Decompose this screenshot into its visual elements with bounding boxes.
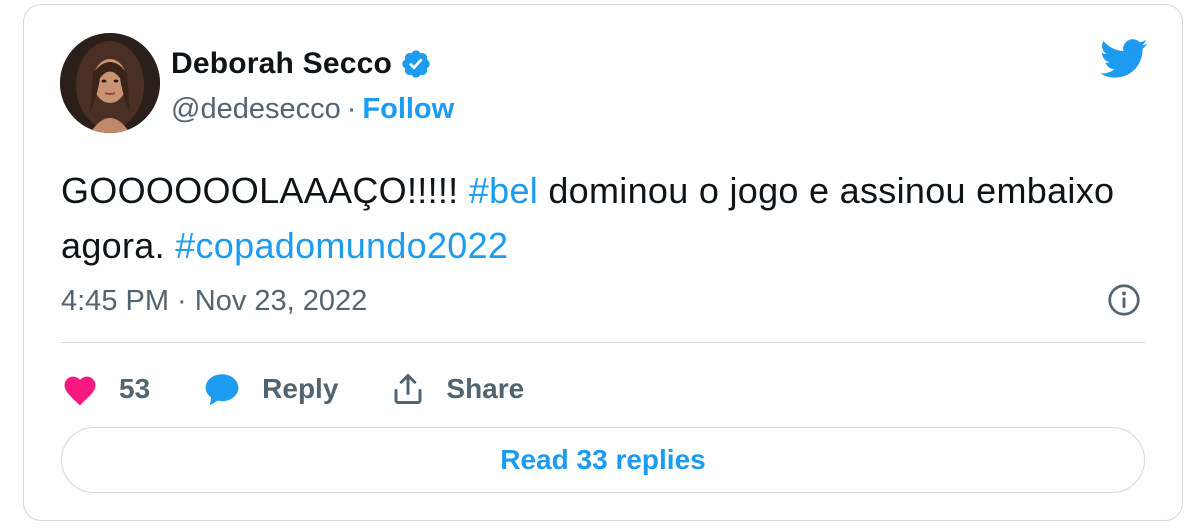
read-replies-button[interactable]: Read 33 replies (61, 427, 1145, 493)
tweet-text-part: GOOOOOOLAAAÇO!!!!! (61, 170, 469, 211)
hashtag-bel-link[interactable]: #bel (469, 170, 538, 211)
follow-button[interactable]: Follow (362, 93, 454, 126)
author-handle-row: @dedesecco · Follow (171, 89, 454, 129)
reply-label: Reply (262, 373, 339, 404)
heart-icon (64, 376, 96, 406)
tweet-timestamp[interactable]: 4:45 PM · Nov 23, 2022 (61, 281, 367, 321)
verified-badge-icon (400, 48, 432, 80)
share-button[interactable]: Share (390, 371, 524, 407)
author-handle[interactable]: @dedesecco (171, 93, 341, 126)
share-icon (394, 374, 422, 404)
info-icon[interactable] (1106, 282, 1142, 318)
hashtag-copadomundo2022-link[interactable]: #copadomundo2022 (175, 225, 508, 266)
like-count: 53 (119, 373, 151, 404)
reply-button[interactable]: Reply (202, 371, 338, 407)
divider (61, 342, 1145, 343)
avatar[interactable] (60, 33, 160, 133)
share-label: Share (446, 373, 525, 404)
action-bar: 53 Reply Share (61, 363, 576, 415)
separator-dot: · (346, 92, 357, 125)
avatar-photo (60, 33, 160, 133)
reply-bubble-icon (205, 374, 239, 406)
twitter-bird-icon[interactable] (1100, 39, 1148, 79)
tweet-card: Deborah Secco @dedesecco · Follow GOOOOO… (23, 4, 1183, 521)
author-display-name[interactable]: Deborah Secco (171, 47, 392, 81)
like-button[interactable]: 53 (61, 372, 150, 406)
author-name-row: Deborah Secco (171, 45, 432, 83)
tweet-text: GOOOOOOLAAAÇO!!!!! #bel dominou o jogo e… (61, 163, 1141, 273)
